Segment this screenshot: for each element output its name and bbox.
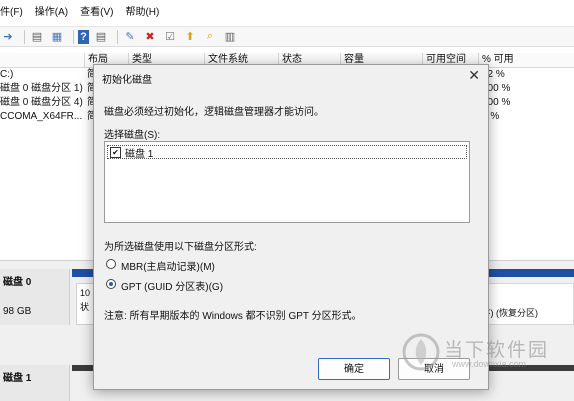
disk-item-label: 磁盘 1 xyxy=(125,148,154,160)
gpt-radio[interactable] xyxy=(106,279,116,289)
volume-name: C:) xyxy=(0,69,14,80)
mbr-radio[interactable] xyxy=(106,259,116,269)
disk0-label-box[interactable]: 磁盘 0 98 GB xyxy=(0,269,70,325)
grid-view-icon[interactable]: ▦ xyxy=(49,30,65,44)
disk-list-item[interactable]: ✔ 磁盘 1 xyxy=(107,145,467,160)
menu-bar: 件(F) 操作(A) 查看(V) 帮助(H) xyxy=(0,0,574,26)
gpt-note: 注意: 所有早期版本的 Windows 都不识别 GPT 分区形式。 xyxy=(104,311,362,322)
volume-name: 磁盘 0 磁盘分区 1) xyxy=(0,83,83,94)
connect-icon[interactable]: ✎ xyxy=(122,30,138,44)
watermark-url: www.downxia.com xyxy=(452,359,527,369)
delete-icon[interactable]: ✖ xyxy=(142,30,158,44)
list-icon[interactable]: ▥ xyxy=(222,30,238,44)
menu-action[interactable]: 操作(A) xyxy=(29,0,74,26)
partition-style-label: 为所选磁盘使用以下磁盘分区形式: xyxy=(104,242,257,253)
gpt-label[interactable]: GPT (GUID 分区表)(G) xyxy=(121,278,223,293)
disk-listbox[interactable]: ✔ 磁盘 1 xyxy=(104,141,470,223)
help-icon[interactable]: ? xyxy=(78,29,89,44)
mbr-label[interactable]: MBR(主启动记录)(M) xyxy=(121,258,215,273)
disk1-label-box[interactable]: 磁盘 1 xyxy=(0,365,70,401)
watermark-logo-icon xyxy=(402,333,440,371)
toolbar: ➔ ▤ ▦ ? ▤ ✎ ✖ ☑ ⬆ ⌕ ▥ xyxy=(0,26,574,47)
folder-search-icon[interactable]: ⌕ xyxy=(202,30,218,44)
properties-icon[interactable]: ▤ xyxy=(93,30,109,44)
toolbar-separator xyxy=(24,29,25,44)
toolbar-separator xyxy=(117,29,118,44)
toolbar-separator xyxy=(73,29,74,44)
console-tree-icon[interactable]: ▤ xyxy=(29,30,45,44)
menu-view[interactable]: 查看(V) xyxy=(74,0,119,26)
recovery-partition[interactable]: F) (恢复分区) xyxy=(474,283,574,325)
menu-file[interactable]: 件(F) xyxy=(0,0,29,26)
volume-name: CCOMA_X64FR... xyxy=(0,111,83,122)
watermark: 当下软件园 www.downxia.com xyxy=(402,333,572,373)
watermark-title: 当下软件园 xyxy=(444,340,550,361)
close-icon[interactable]: ✕ xyxy=(468,68,480,82)
dialog-description: 磁盘必须经过初始化，逻辑磁盘管理器才能访问。 xyxy=(104,107,324,118)
document-check-icon[interactable]: ☑ xyxy=(162,30,178,44)
disk0-size: 98 GB xyxy=(3,306,32,317)
disk-checkbox[interactable]: ✔ xyxy=(110,146,121,158)
forward-arrow-icon[interactable]: ➔ xyxy=(0,30,16,44)
volume-name: 磁盘 0 磁盘分区 4) xyxy=(0,97,83,108)
dialog-title: 初始化磁盘 xyxy=(102,75,152,86)
col-percent-free[interactable]: % 可用 xyxy=(478,53,574,67)
menu-help[interactable]: 帮助(H) xyxy=(119,0,165,26)
export-icon[interactable]: ⬆ xyxy=(182,30,198,44)
disk1-label: 磁盘 1 xyxy=(3,373,32,384)
select-disk-label: 选择磁盘(S): xyxy=(104,130,161,141)
recovery-label: F) (恢复分区) xyxy=(485,308,538,318)
ok-button[interactable]: 确定 xyxy=(318,358,390,380)
disk0-label: 磁盘 0 xyxy=(3,277,32,288)
